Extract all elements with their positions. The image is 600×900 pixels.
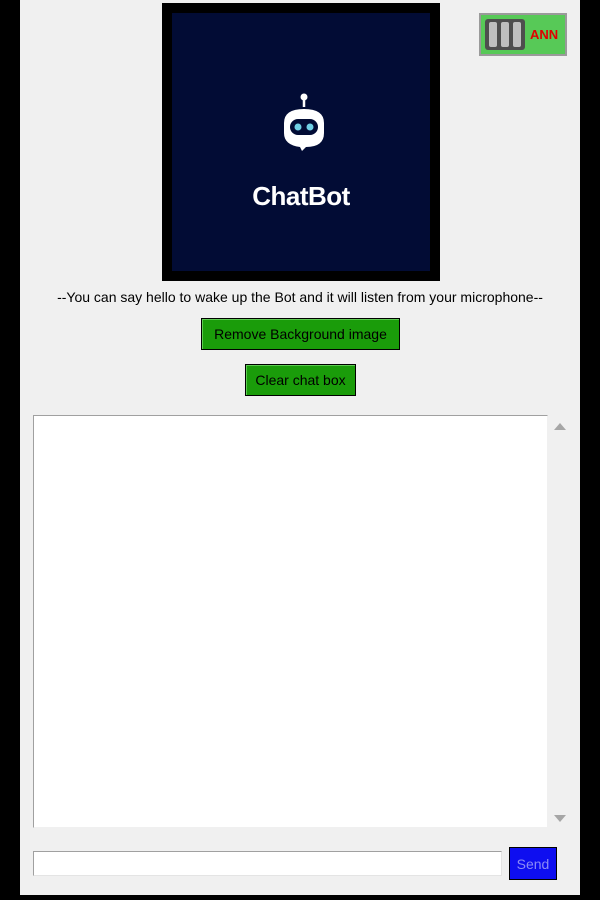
mode-toggle-icon (485, 19, 525, 50)
message-input[interactable] (33, 851, 502, 876)
chat-scrollbar[interactable] (550, 415, 570, 828)
remove-background-button[interactable]: Remove Background image (201, 318, 400, 350)
chatbot-logo: ChatBot (162, 3, 440, 281)
send-button[interactable]: Send (509, 847, 557, 880)
logo-background: ChatBot (172, 13, 430, 271)
scroll-up-arrow-icon[interactable] (554, 423, 566, 430)
scroll-down-arrow-icon[interactable] (554, 815, 566, 822)
clear-chat-button[interactable]: Clear chat box (245, 364, 356, 396)
ann-toggle-button[interactable]: ANN (479, 13, 567, 56)
logo-wordmark: ChatBot (252, 181, 350, 211)
app-window: ChatBot ANN --You can say hello to wake … (20, 0, 580, 895)
toggle-label: ANN (530, 27, 559, 42)
chat-display[interactable] (33, 415, 548, 828)
robot-head-icon (284, 93, 324, 151)
instruction-text: --You can say hello to wake up the Bot a… (57, 289, 543, 305)
